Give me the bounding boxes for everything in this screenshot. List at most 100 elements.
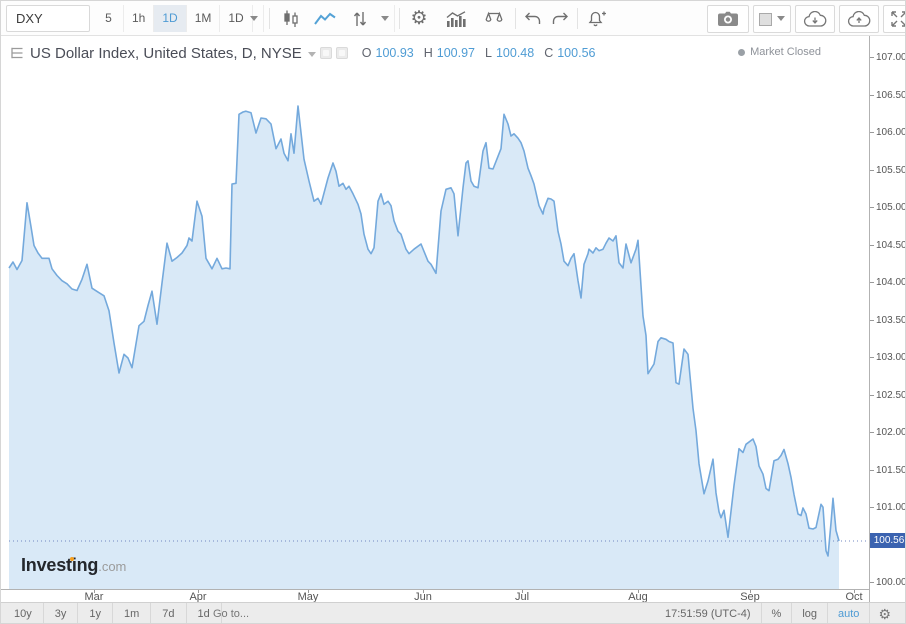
- y-axis-label: 103.00: [876, 352, 906, 363]
- line-style-button[interactable]: [309, 5, 341, 32]
- interval-button-1d[interactable]: 1D: [154, 5, 187, 32]
- bottom-right-controls: 17:51:59 (UTC-4) % log auto ⚙: [655, 603, 899, 623]
- redo-icon: [552, 12, 568, 24]
- y-axis-tick: [870, 507, 874, 508]
- scales-icon: [485, 11, 503, 22]
- toolbar-divider: [515, 8, 516, 29]
- chart-pane[interactable]: US Dollar Index, United States, D, NYSE …: [1, 36, 869, 589]
- fullscreen-icon: [890, 11, 905, 27]
- goto-button[interactable]: Go to...: [213, 603, 249, 623]
- ohlc-value: 100.93: [375, 46, 414, 60]
- y-axis-label: 104.00: [876, 277, 906, 288]
- y-axis-label: 100.00: [876, 577, 906, 588]
- time-axis[interactable]: Mar Apr May Jun Jul Aug Sep Oct: [1, 589, 869, 603]
- layout-select-button[interactable]: [753, 5, 791, 33]
- range-button-7d[interactable]: 7d: [151, 603, 187, 623]
- ohlc-key: C: [544, 46, 554, 60]
- range-button-3y[interactable]: 3y: [44, 603, 79, 623]
- ohlc-value: 100.48: [495, 46, 535, 60]
- undo-button[interactable]: [519, 5, 545, 32]
- indicators-button[interactable]: [439, 5, 473, 32]
- x-axis-tick: [854, 590, 855, 593]
- y-axis-tick: [870, 319, 874, 321]
- scale-button-percent[interactable]: %: [760, 603, 792, 623]
- scale-mode-group: % log auto: [760, 603, 870, 623]
- y-axis-tick: [870, 207, 874, 208]
- interval-button-1m[interactable]: 1M: [187, 5, 221, 32]
- range-button-1m[interactable]: 1m: [113, 603, 152, 623]
- symbol-input[interactable]: DXY: [6, 5, 90, 32]
- y-axis-label: 102.00: [876, 427, 906, 438]
- x-axis-tick: [750, 590, 751, 593]
- interval-button-1h[interactable]: 1h: [124, 5, 155, 32]
- area-fill: [9, 106, 839, 589]
- style-dropdown-button[interactable]: [375, 5, 395, 32]
- menu-icon[interactable]: [11, 47, 23, 59]
- x-axis-tick: [94, 590, 95, 593]
- y-axis-label: 104.50: [876, 239, 906, 251]
- range-button-10y[interactable]: 10y: [3, 603, 44, 623]
- y-axis-tick: [870, 432, 874, 433]
- y-axis-tick: [870, 94, 874, 96]
- add-alert-button[interactable]: [581, 5, 613, 32]
- y-axis-label: 107.00: [876, 52, 906, 63]
- interval-button-5[interactable]: 5: [94, 5, 124, 32]
- symbol-title[interactable]: US Dollar Index, United States, D, NYSE: [30, 45, 302, 62]
- ohlc-key: O: [361, 46, 372, 60]
- price-axis[interactable]: 100.56 107.00 106.50 106.00 105.50 105.00 104…: [869, 36, 906, 602]
- load-layout-button[interactable]: [795, 5, 835, 33]
- chart-properties-button[interactable]: ⚙: [403, 5, 435, 32]
- interval-button-group: 5 1h 1D 1M 1D: [94, 5, 253, 32]
- axis-settings-button[interactable]: ⚙: [869, 603, 899, 623]
- save-layout-button[interactable]: [839, 5, 879, 33]
- logo-orange-dot: [70, 557, 74, 561]
- x-axis-tick: [423, 590, 424, 593]
- y-axis-tick: [870, 469, 874, 471]
- bell-plus-icon: [588, 11, 606, 27]
- y-axis-tick: [870, 244, 874, 246]
- clock: 17:51:59 (UTC-4): [664, 608, 751, 620]
- y-axis-label: 102.50: [876, 389, 906, 401]
- y-axis-tick: [870, 582, 874, 583]
- scale-button-log[interactable]: log: [791, 603, 827, 623]
- snapshot-button[interactable]: [707, 5, 749, 33]
- candlestick-style-button[interactable]: [277, 5, 305, 32]
- camera-icon: [718, 11, 738, 26]
- chevron-down-icon: [249, 16, 258, 25]
- ohlc-h: H 100.97: [424, 46, 475, 60]
- interval-dropdown-button[interactable]: [244, 5, 264, 32]
- compare-button[interactable]: [477, 5, 511, 32]
- undo-icon: [524, 12, 540, 24]
- redo-button[interactable]: [547, 5, 573, 32]
- investing-logo: Investing.com: [21, 555, 127, 575]
- chevron-down-icon[interactable]: [307, 51, 316, 61]
- toolbar-divider: [577, 8, 578, 29]
- line-chart-icon: [314, 12, 336, 25]
- x-axis-tick: [522, 590, 523, 593]
- range-button-1y[interactable]: 1y: [78, 603, 113, 623]
- top-toolbar: DXY 5 1h 1D 1M 1D ⚙: [1, 1, 905, 36]
- scale-button-auto[interactable]: auto: [827, 603, 869, 623]
- bar-style-button[interactable]: [345, 5, 375, 32]
- quick-action-icon[interactable]: [319, 47, 332, 59]
- gear-icon: ⚙: [878, 606, 891, 622]
- y-axis-label: 105.50: [876, 164, 906, 176]
- cloud-upload-icon: [847, 10, 871, 27]
- gear-icon: ⚙: [410, 8, 428, 29]
- ohlc-value: 100.56: [557, 46, 596, 60]
- ohlc-values: O 100.93 H 100.97 L 100.48 C 100.56: [362, 46, 606, 60]
- quick-action-icon[interactable]: [335, 47, 348, 59]
- x-axis-tick: [638, 590, 639, 593]
- indicators-icon: [446, 10, 466, 27]
- toolbar-divider: [269, 8, 270, 29]
- price-area-chart: [8, 105, 869, 589]
- status-dot-icon: [738, 49, 746, 56]
- updown-bars-icon: [353, 11, 367, 26]
- y-axis-label: 106.50: [876, 89, 906, 101]
- x-axis-tick: [308, 590, 309, 593]
- fullscreen-button[interactable]: [883, 5, 905, 33]
- ohlc-c: C 100.56: [544, 46, 595, 60]
- market-status: Market Closed: [738, 46, 821, 58]
- last-price-label: 100.56: [870, 532, 905, 548]
- y-axis-tick: [870, 57, 874, 58]
